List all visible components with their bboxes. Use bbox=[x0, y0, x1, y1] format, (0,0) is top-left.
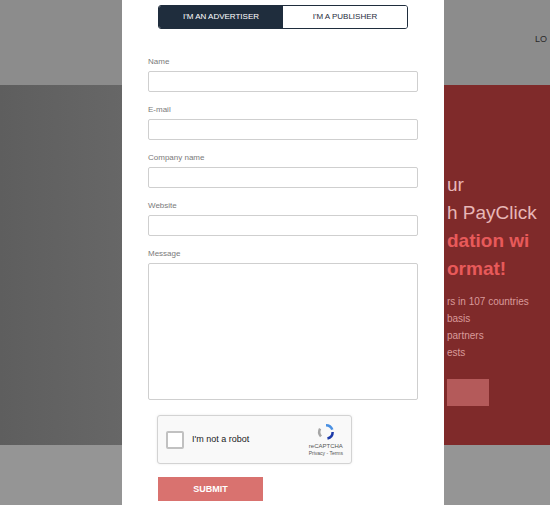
recaptcha: I'm not a robotreCAPTCHAPrivacy - Terms bbox=[157, 415, 352, 464]
recaptcha-logo-icon bbox=[316, 422, 336, 442]
field-label: Website bbox=[148, 200, 418, 211]
role-tab[interactable]: I'M A PUBLISHER bbox=[283, 6, 407, 28]
field-label: Company name bbox=[148, 152, 418, 163]
submit-button[interactable]: SUBMIT bbox=[158, 477, 263, 501]
contact-modal: I'M AN ADVERTISERI'M A PUBLISHER Name E-ma… bbox=[122, 0, 444, 505]
form-field: E-mail bbox=[148, 104, 418, 140]
text-input[interactable] bbox=[148, 215, 418, 236]
hero-button[interactable] bbox=[447, 379, 489, 406]
field-label: Name bbox=[148, 56, 418, 67]
form-field: Message bbox=[148, 248, 418, 400]
field-label: Message bbox=[148, 248, 418, 259]
text-input[interactable] bbox=[148, 167, 418, 188]
hero-headline-line: h PayClick bbox=[447, 199, 550, 227]
recaptcha-links[interactable]: Privacy - Terms bbox=[309, 450, 343, 457]
text-input[interactable] bbox=[148, 119, 418, 140]
hero-headline-line: dation wi bbox=[447, 227, 550, 255]
message-textarea[interactable] bbox=[148, 263, 418, 400]
recaptcha-label: I'm not a robot bbox=[192, 433, 309, 447]
page: LO urh PayClickdation wiormat! rs in 107 c… bbox=[0, 0, 550, 505]
hero-detail: basis bbox=[447, 310, 550, 327]
hero-headline-line: ur bbox=[447, 171, 550, 199]
form-field: Company name bbox=[148, 152, 418, 188]
text-input[interactable] bbox=[148, 71, 418, 92]
form-field: Name bbox=[148, 56, 418, 92]
hero-detail: ests bbox=[447, 344, 550, 361]
form-field: Website bbox=[148, 200, 418, 236]
role-toggle: I'M AN ADVERTISERI'M A PUBLISHER bbox=[158, 5, 408, 29]
recaptcha-checkbox[interactable] bbox=[166, 431, 184, 449]
hero-text-panel: urh PayClickdation wiormat! rs in 107 cou… bbox=[444, 85, 550, 445]
recaptcha-brand: reCAPTCHA bbox=[309, 442, 343, 450]
role-tab[interactable]: I'M AN ADVERTISER bbox=[159, 6, 283, 28]
hero-detail: rs in 107 countries bbox=[447, 293, 550, 310]
hero-detail: partners bbox=[447, 327, 550, 344]
form: Name E-mail Company name Website Message bbox=[122, 56, 444, 400]
hero-headline-line: ormat! bbox=[447, 255, 550, 283]
field-label: E-mail bbox=[148, 104, 418, 115]
nav-item[interactable]: LO bbox=[535, 34, 547, 45]
